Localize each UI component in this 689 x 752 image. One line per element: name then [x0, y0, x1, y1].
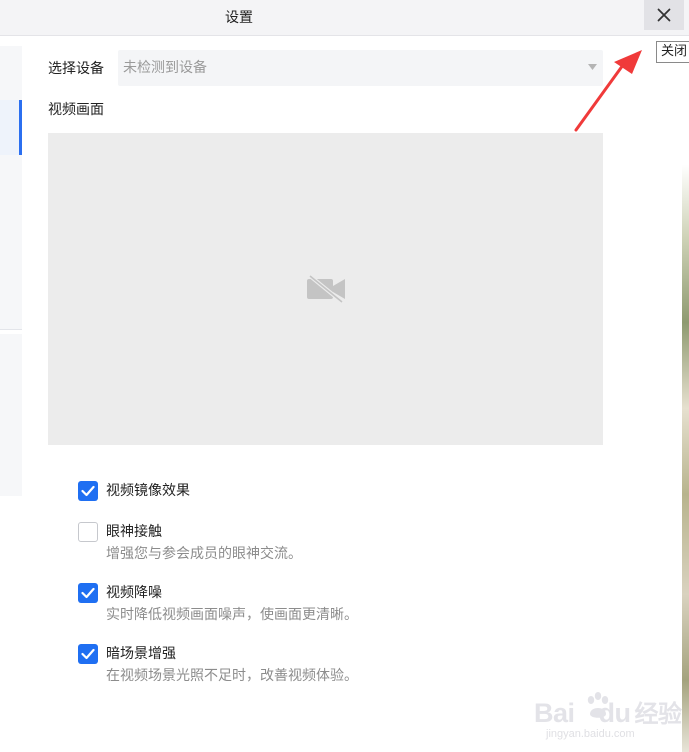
- close-button[interactable]: [644, 0, 684, 30]
- window-title: 设置: [225, 10, 253, 26]
- title-bar: 设置: [0, 0, 689, 36]
- baidu-watermark: Bai du 经验 jingyan.baidu.com: [534, 688, 684, 746]
- video-preview-label: 视频画面: [48, 102, 104, 118]
- check-icon: [81, 587, 95, 599]
- option-label: 暗场景增强: [106, 646, 176, 662]
- annotation-arrow-icon: [574, 50, 642, 132]
- option-label: 视频降噪: [106, 585, 162, 601]
- baidu-paw-icon: [587, 692, 609, 718]
- sidebar-divider: [0, 329, 22, 330]
- video-off-icon: [307, 275, 345, 303]
- video-preview: [48, 133, 603, 445]
- denoise-checkbox[interactable]: [78, 583, 98, 603]
- low-light-checkbox[interactable]: [78, 644, 98, 664]
- check-icon: [81, 485, 95, 497]
- device-select-value: 未检测到设备: [123, 60, 207, 76]
- option-description: 在视频场景光照不足时，改善视频体验。: [106, 668, 358, 684]
- mirror-checkbox[interactable]: [78, 481, 98, 501]
- device-label: 选择设备: [48, 61, 104, 77]
- sidebar-item[interactable]: [0, 155, 22, 329]
- option-description: 实时降低视频画面噪声，使画面更清晰。: [106, 607, 358, 623]
- option-label: 视频镜像效果: [106, 483, 190, 499]
- sidebar-active-indicator: [19, 100, 22, 155]
- check-icon: [81, 648, 95, 660]
- eye-contact-checkbox[interactable]: [78, 522, 98, 542]
- close-tooltip: 关闭: [656, 41, 689, 63]
- watermark-url: jingyan.baidu.com: [546, 728, 635, 740]
- close-icon: [657, 8, 671, 22]
- option-description: 增强您与参会成员的眼神交流。: [106, 546, 302, 562]
- settings-sidebar: [0, 36, 22, 496]
- sidebar-item[interactable]: [0, 334, 22, 496]
- device-select[interactable]: 未检测到设备: [118, 50, 603, 86]
- option-label: 眼神接触: [106, 524, 162, 540]
- sidebar-item[interactable]: [0, 46, 22, 100]
- background-image-strip: [682, 36, 689, 752]
